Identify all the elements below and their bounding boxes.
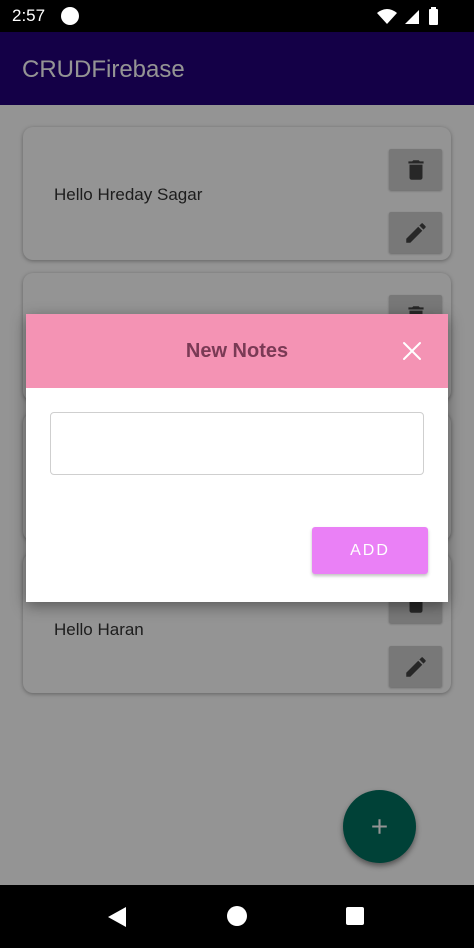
back-button[interactable] bbox=[107, 906, 127, 933]
dialog-header: New Notes bbox=[26, 314, 448, 388]
notification-app-icon bbox=[61, 7, 79, 25]
battery-icon bbox=[429, 7, 438, 25]
wifi-icon bbox=[377, 9, 397, 24]
add-button[interactable]: ADD bbox=[312, 527, 428, 574]
recents-button[interactable] bbox=[346, 907, 364, 925]
close-icon bbox=[403, 342, 421, 360]
back-icon bbox=[108, 907, 126, 927]
status-bar: 2:57 bbox=[0, 0, 474, 32]
signal-icon bbox=[405, 10, 419, 24]
status-icons bbox=[374, 6, 464, 26]
home-button[interactable] bbox=[227, 906, 247, 926]
note-input[interactable] bbox=[50, 412, 424, 475]
close-button[interactable] bbox=[399, 338, 425, 364]
new-note-dialog: New Notes ADD bbox=[26, 314, 448, 602]
status-time: 2:57 bbox=[12, 6, 46, 25]
dialog-title: New Notes bbox=[185, 340, 289, 362]
